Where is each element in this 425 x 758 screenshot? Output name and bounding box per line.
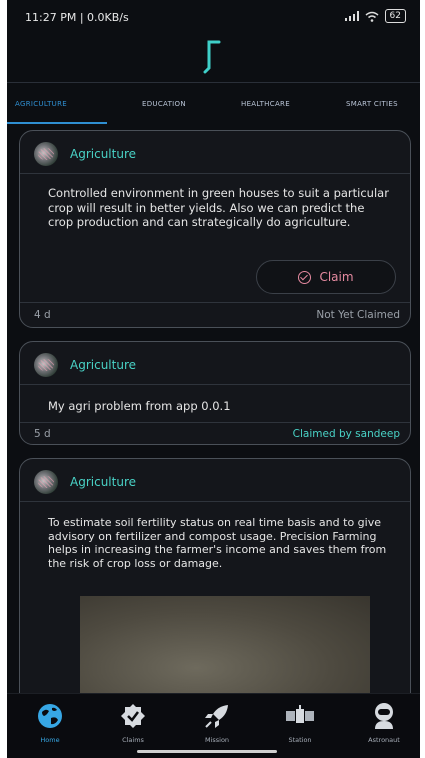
category-tabs: AGRICULTURE EDUCATION HEALTHCARE SMART C… (7, 94, 420, 120)
rocket-icon (200, 702, 234, 730)
status-bar: 11:27 PM | 0.0KB/s 62 (7, 0, 420, 34)
category-avatar (34, 142, 58, 166)
battery-icon: 62 (384, 9, 406, 23)
status-time: 11:27 PM | 0.0KB/s (25, 11, 129, 24)
card-description: Controlled environment in green houses t… (48, 186, 389, 229)
nav-claims-label: Claims (122, 736, 144, 744)
app-logo-icon (203, 40, 221, 74)
tab-education[interactable]: EDUCATION (142, 100, 186, 108)
nav-station-label: Station (288, 736, 312, 744)
home-indicator[interactable] (137, 750, 277, 753)
problem-card[interactable]: Agriculture To estimate soil fertility s… (19, 458, 411, 718)
tab-smart-cities[interactable]: SMART CITIES (346, 100, 398, 108)
astronaut-icon (367, 702, 401, 730)
nav-mission[interactable]: Mission (187, 702, 247, 744)
card-divider (20, 302, 410, 303)
card-category: Agriculture (70, 147, 136, 161)
card-category: Agriculture (70, 475, 136, 489)
nav-astronaut[interactable]: Astronaut (354, 702, 414, 744)
active-tab-indicator (7, 122, 107, 124)
badge-check-icon (116, 702, 150, 730)
wifi-icon (365, 11, 379, 22)
card-age: 4 d (34, 309, 51, 321)
app-screen: 11:27 PM | 0.0KB/s 62 AGRICULTURE EDUCAT… (7, 0, 420, 758)
nav-astronaut-label: Astronaut (368, 736, 400, 744)
tab-healthcare[interactable]: HEALTHCARE (241, 100, 290, 108)
nav-claims[interactable]: Claims (103, 702, 163, 744)
satellite-icon (283, 702, 317, 730)
card-divider (20, 173, 410, 174)
card-category: Agriculture (70, 358, 136, 372)
claim-button-label: Claim (319, 270, 354, 284)
card-age: 5 d (34, 428, 51, 440)
card-divider (20, 422, 410, 423)
nav-home[interactable]: Home (20, 702, 80, 744)
nav-home-label: Home (40, 736, 60, 744)
category-avatar (34, 353, 58, 377)
nav-station[interactable]: Station (270, 702, 330, 744)
card-status: Claimed by sandeep (292, 428, 400, 440)
card-status: Not Yet Claimed (316, 309, 400, 321)
card-description: My agri problem from app 0.0.1 (48, 399, 231, 413)
card-description: To estimate soil fertility status on rea… (48, 516, 387, 570)
bottom-navigation: Home Claims Mission Station Astronaut (7, 693, 420, 758)
problem-card[interactable]: Agriculture Controlled environment in gr… (19, 130, 411, 328)
nav-mission-label: Mission (204, 736, 230, 744)
globe-icon (33, 702, 67, 730)
category-avatar (34, 470, 58, 494)
tab-agriculture[interactable]: AGRICULTURE (15, 100, 67, 108)
card-divider (20, 501, 410, 502)
card-divider (20, 384, 410, 385)
header-divider (7, 82, 420, 83)
signal-icon (344, 11, 359, 21)
problem-card[interactable]: Agriculture My agri problem from app 0.0… (19, 341, 411, 445)
check-circle-icon (298, 270, 312, 284)
claim-button[interactable]: Claim (256, 260, 396, 294)
